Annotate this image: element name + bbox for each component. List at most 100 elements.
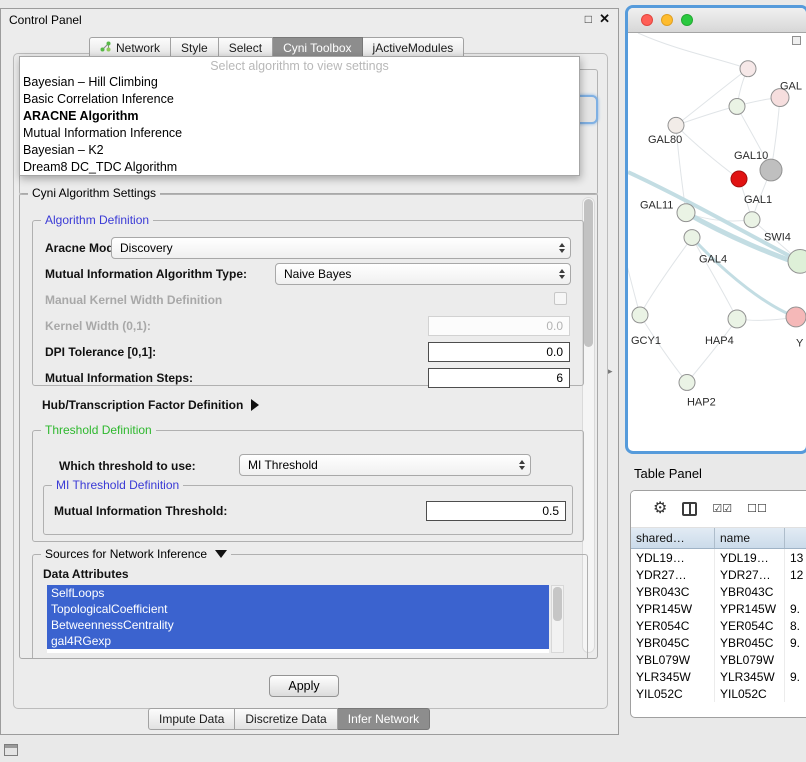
collapse-down-icon [215, 550, 227, 558]
bottom-tab-infer-network[interactable]: Infer Network [338, 708, 430, 730]
gear-icon[interactable]: ⚙ [653, 501, 667, 517]
attributes-scrollbar[interactable] [551, 585, 564, 653]
network-node[interactable] [728, 310, 746, 328]
mi-threshold-input[interactable]: 0.5 [426, 501, 566, 521]
table-row[interactable]: YBL079WYBL079W [631, 651, 806, 668]
network-window-titlebar [628, 8, 806, 33]
dpi-tolerance-input[interactable]: 0.0 [428, 342, 570, 362]
table-toolbar: ⚙ ☑☑ ☐☐ [631, 491, 806, 528]
table-cell: YBL079W [715, 651, 785, 668]
network-node[interactable] [668, 117, 684, 133]
network-edge[interactable] [638, 33, 748, 69]
node-label: GAL4 [699, 253, 727, 265]
attribute-list-item[interactable]: BetweennessCentrality [47, 617, 549, 633]
minimize-traffic-light[interactable] [661, 14, 673, 26]
table-row[interactable]: YIL052CYIL052C [631, 685, 806, 702]
network-edge[interactable] [640, 238, 692, 315]
mi-algorithm-type-select[interactable]: Naive Bayes [275, 263, 571, 285]
scrollbar-thumb[interactable] [553, 587, 562, 621]
network-node[interactable] [786, 307, 806, 327]
algorithm-option[interactable]: Dream8 DC_TDC Algorithm [20, 159, 579, 176]
network-edge[interactable] [687, 319, 737, 383]
unchecked-boxes-icon[interactable]: ☐☐ [747, 504, 767, 515]
table-cell: YDL19… [631, 549, 715, 566]
bottom-tab-impute-data[interactable]: Impute Data [148, 708, 235, 730]
close-window-icon[interactable]: ✕ [599, 11, 610, 27]
network-node[interactable] [632, 307, 648, 323]
data-attributes-label: Data Attributes [43, 567, 129, 581]
bottom-tab-discretize-data[interactable]: Discretize Data [235, 708, 337, 730]
algorithm-option[interactable]: Bayesian – Hill Climbing [20, 74, 579, 91]
which-threshold-select[interactable]: MI Threshold [239, 454, 531, 476]
restore-panel-icon[interactable] [4, 744, 18, 756]
table-row[interactable]: YLR345WYLR345W9. [631, 668, 806, 685]
aracne-mode-select[interactable]: Discovery [111, 237, 571, 259]
network-edge[interactable] [692, 238, 737, 319]
column-header[interactable]: name [715, 528, 785, 548]
network-edge[interactable] [676, 125, 739, 179]
table-cell [785, 583, 806, 600]
columns-icon[interactable] [682, 502, 697, 516]
table-row[interactable]: YBR045CYBR045C9. [631, 634, 806, 651]
algorithm-dropdown-popup: Select algorithm to view settings Bayesi… [19, 56, 580, 176]
node-label: SWI4 [764, 232, 791, 244]
network-edge[interactable] [640, 315, 687, 383]
network-edge[interactable] [676, 98, 780, 126]
splitter-collapse-icon[interactable]: ▸ [608, 366, 613, 377]
algorithm-option[interactable]: ARACNE Algorithm [20, 108, 579, 125]
table-cell: YBR043C [715, 583, 785, 600]
node-label: GAL10 [734, 150, 768, 162]
manual-kernel-checkbox[interactable] [554, 292, 567, 305]
hub-section-toggle[interactable]: Hub/Transcription Factor Definition [42, 398, 259, 412]
network-node[interactable] [677, 204, 695, 222]
table-cell [785, 651, 806, 668]
network-node[interactable] [760, 159, 782, 181]
network-node[interactable] [740, 61, 756, 77]
network-graph[interactable]: GAL80GAL10GAL11GAL1SWI4GAL4GCY1HAP4HAP2G… [628, 33, 806, 450]
float-window-icon[interactable]: □ [585, 12, 592, 26]
mi-threshold-group-title: MI Threshold Definition [52, 478, 183, 492]
tab-label: Impute Data [159, 712, 224, 726]
table-body: YDL19…YDL19…13YDR27…YDR27…12YBR043CYBR04… [631, 549, 806, 702]
sources-title: Sources for Network Inference [45, 547, 207, 561]
column-header[interactable]: shared… [631, 528, 715, 548]
algorithm-option[interactable]: Basic Correlation Inference [20, 91, 579, 108]
table-row[interactable]: YBR043CYBR043C [631, 583, 806, 600]
network-node[interactable] [729, 99, 745, 115]
zoom-traffic-light[interactable] [681, 14, 693, 26]
network-node[interactable] [744, 212, 760, 228]
algorithm-option[interactable]: Bayesian – K2 [20, 142, 579, 159]
table-row[interactable]: YDL19…YDL19…13 [631, 549, 806, 566]
attribute-list-item[interactable]: SelfLoops [47, 585, 549, 601]
overview-box-icon[interactable] [792, 36, 801, 45]
mi-steps-label: Mutual Information Steps: [45, 371, 193, 385]
network-edge[interactable] [628, 172, 800, 261]
expand-right-icon [251, 399, 259, 411]
algorithm-definition-group: Algorithm Definition Aracne Mode: Discov… [32, 220, 584, 386]
table-cell: YER054C [715, 617, 785, 634]
threshold-definition-group: Threshold Definition Which threshold to … [32, 430, 584, 542]
attribute-list-item[interactable]: gal4RGexp [47, 633, 549, 649]
close-traffic-light[interactable] [641, 14, 653, 26]
network-node[interactable] [731, 171, 747, 187]
table-cell: YPR145W [715, 600, 785, 617]
table-row[interactable]: YER054CYER054C8. [631, 617, 806, 634]
table-header-row: shared…name [631, 528, 806, 549]
table-row[interactable]: YDR27…YDR27…12 [631, 566, 806, 583]
network-canvas[interactable]: GAL80GAL10GAL11GAL1SWI4GAL4GCY1HAP4HAP2G… [628, 33, 806, 450]
network-node[interactable] [684, 230, 700, 246]
apply-button[interactable]: Apply [269, 675, 339, 697]
scrollbar-thumb[interactable] [584, 199, 593, 347]
table-row[interactable]: YPR145WYPR145W9. [631, 600, 806, 617]
column-header[interactable] [785, 528, 806, 548]
table-cell: YBR043C [631, 583, 715, 600]
sources-section-toggle[interactable]: Sources for Network Inference [41, 547, 231, 561]
checked-boxes-icon[interactable]: ☑☑ [712, 504, 732, 515]
network-edge[interactable] [676, 69, 748, 126]
attribute-list-item[interactable]: TopologicalCoefficient [47, 601, 549, 617]
network-node[interactable] [679, 375, 695, 391]
algorithm-option[interactable]: Mutual Information Inference [20, 125, 579, 142]
data-attributes-list[interactable]: SelfLoopsTopologicalCoefficientBetweenne… [47, 585, 549, 653]
kernel-width-input[interactable]: 0.0 [428, 316, 570, 336]
mi-steps-input[interactable]: 6 [428, 368, 570, 388]
